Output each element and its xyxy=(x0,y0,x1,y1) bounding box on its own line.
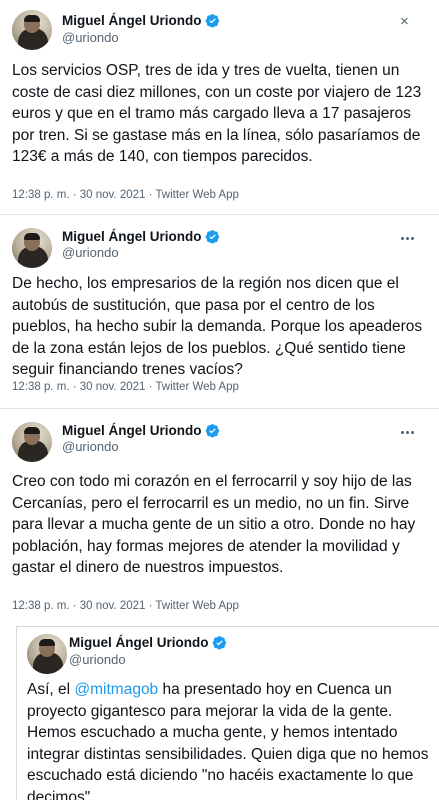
author-name-row[interactable]: Miguel Ángel Uriondo xyxy=(69,635,227,650)
tweet-4[interactable]: Miguel Ángel Uriondo @uriondo Así, el @m… xyxy=(16,626,439,800)
author-handle[interactable]: @uriondo xyxy=(69,652,126,667)
more-options-icon[interactable] xyxy=(397,424,417,440)
avatar[interactable] xyxy=(12,228,52,268)
author-handle[interactable]: @uriondo xyxy=(62,245,119,260)
author-name[interactable]: Miguel Ángel Uriondo xyxy=(62,229,202,244)
verified-badge-icon xyxy=(212,635,227,650)
avatar[interactable] xyxy=(27,634,67,674)
author-handle[interactable]: @uriondo xyxy=(62,439,119,454)
tweet-meta[interactable]: 12:38 p. m. · 30 nov. 2021 · Twitter Web… xyxy=(12,189,239,201)
author-name-row[interactable]: Miguel Ángel Uriondo xyxy=(62,423,220,438)
tweet-meta[interactable]: 12:38 p. m. · 30 nov. 2021 · Twitter Web… xyxy=(12,600,239,612)
verified-badge-icon xyxy=(205,423,220,438)
tweet-2[interactable]: Miguel Ángel Uriondo @uriondo De hecho, … xyxy=(0,216,439,406)
author-name-row[interactable]: Miguel Ángel Uriondo xyxy=(62,13,220,28)
author-name-row[interactable]: Miguel Ángel Uriondo xyxy=(62,229,220,244)
avatar[interactable] xyxy=(12,10,52,50)
author-name[interactable]: Miguel Ángel Uriondo xyxy=(62,13,202,28)
close-icon[interactable]: × xyxy=(400,14,409,29)
tweet-text: Creo con todo mi corazón en el ferrocarr… xyxy=(12,473,416,576)
verified-badge-icon xyxy=(205,13,220,28)
tweet-1[interactable]: Miguel Ángel Uriondo @uriondo × Los serv… xyxy=(0,0,439,213)
tweet-text-end: ha presentado hoy en Cuenca un proyecto … xyxy=(27,681,429,800)
tweet-text-start: Así, el xyxy=(27,681,75,698)
author-name[interactable]: Miguel Ángel Uriondo xyxy=(62,423,202,438)
tweet-text: Así, el @mitmagob ha presentado hoy en C… xyxy=(27,679,433,800)
verified-badge-icon xyxy=(205,229,220,244)
mention-link[interactable]: @mitmagob xyxy=(74,681,158,698)
avatar[interactable] xyxy=(12,422,52,462)
tweet-3[interactable]: Miguel Ángel Uriondo @uriondo Creo con t… xyxy=(0,410,439,622)
author-name[interactable]: Miguel Ángel Uriondo xyxy=(69,635,209,650)
more-options-icon[interactable] xyxy=(397,230,417,246)
author-handle[interactable]: @uriondo xyxy=(62,30,119,45)
tweet-text: De hecho, los empresarios de la región n… xyxy=(12,275,423,378)
tweet-meta[interactable]: 12:38 p. m. · 30 nov. 2021 · Twitter Web… xyxy=(12,381,239,393)
tweet-text: Los servicios OSP, tres de ida y tres de… xyxy=(12,62,422,165)
